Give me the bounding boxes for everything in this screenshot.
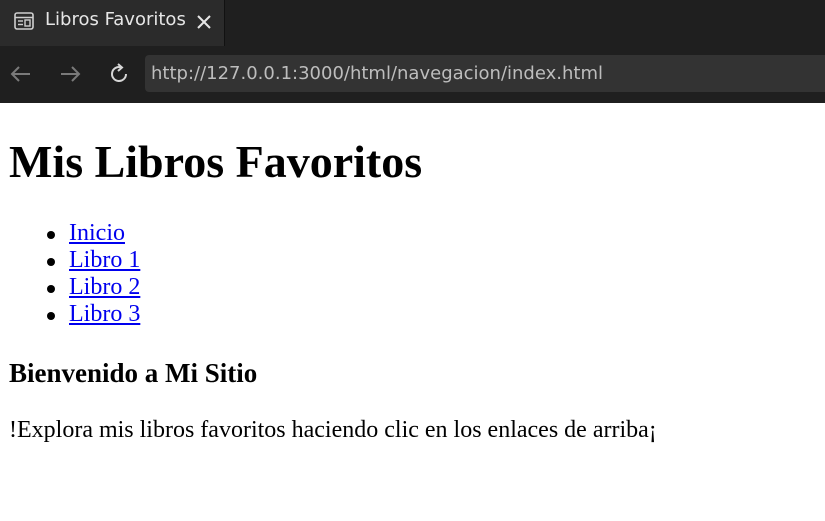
link-libro-2[interactable]: Libro 2 [69,274,140,300]
link-inicio[interactable]: Inicio [69,220,125,246]
link-libro-1[interactable]: Libro 1 [69,247,140,273]
page-icon [14,12,34,30]
reload-icon[interactable] [105,60,133,88]
nav-item-libro-3: Libro 3 [46,301,140,328]
tab-strip: Libros Favoritos [0,0,825,46]
page-content: Mis Libros Favoritos Inicio Libro 1 Libr… [0,103,825,521]
back-arrow-icon[interactable] [7,60,35,88]
intro-paragraph: !Explora mis libros favoritos haciendo c… [9,417,657,443]
browser-tab[interactable]: Libros Favoritos [0,0,225,46]
nav-item-libro-1: Libro 1 [46,247,140,274]
navigation-toolbar: http://127.0.0.1:3000/html/navegacion/in… [0,46,825,103]
forward-arrow-icon[interactable] [56,60,84,88]
page-title: Mis Libros Favoritos [9,136,423,187]
nav-item-libro-2: Libro 2 [46,274,140,301]
close-icon[interactable] [194,12,214,32]
book-navigation: Inicio Libro 1 Libro 2 Libro 3 [9,220,140,328]
tab-title: Libros Favoritos [45,9,186,30]
address-bar[interactable]: http://127.0.0.1:3000/html/navegacion/in… [145,55,825,92]
nav-item-inicio: Inicio [46,220,140,247]
welcome-heading: Bienvenido a Mi Sitio [9,358,258,388]
link-libro-3[interactable]: Libro 3 [69,301,140,327]
browser-chrome: Libros Favoritos http://127.0.0.1:3000/h… [0,0,825,103]
